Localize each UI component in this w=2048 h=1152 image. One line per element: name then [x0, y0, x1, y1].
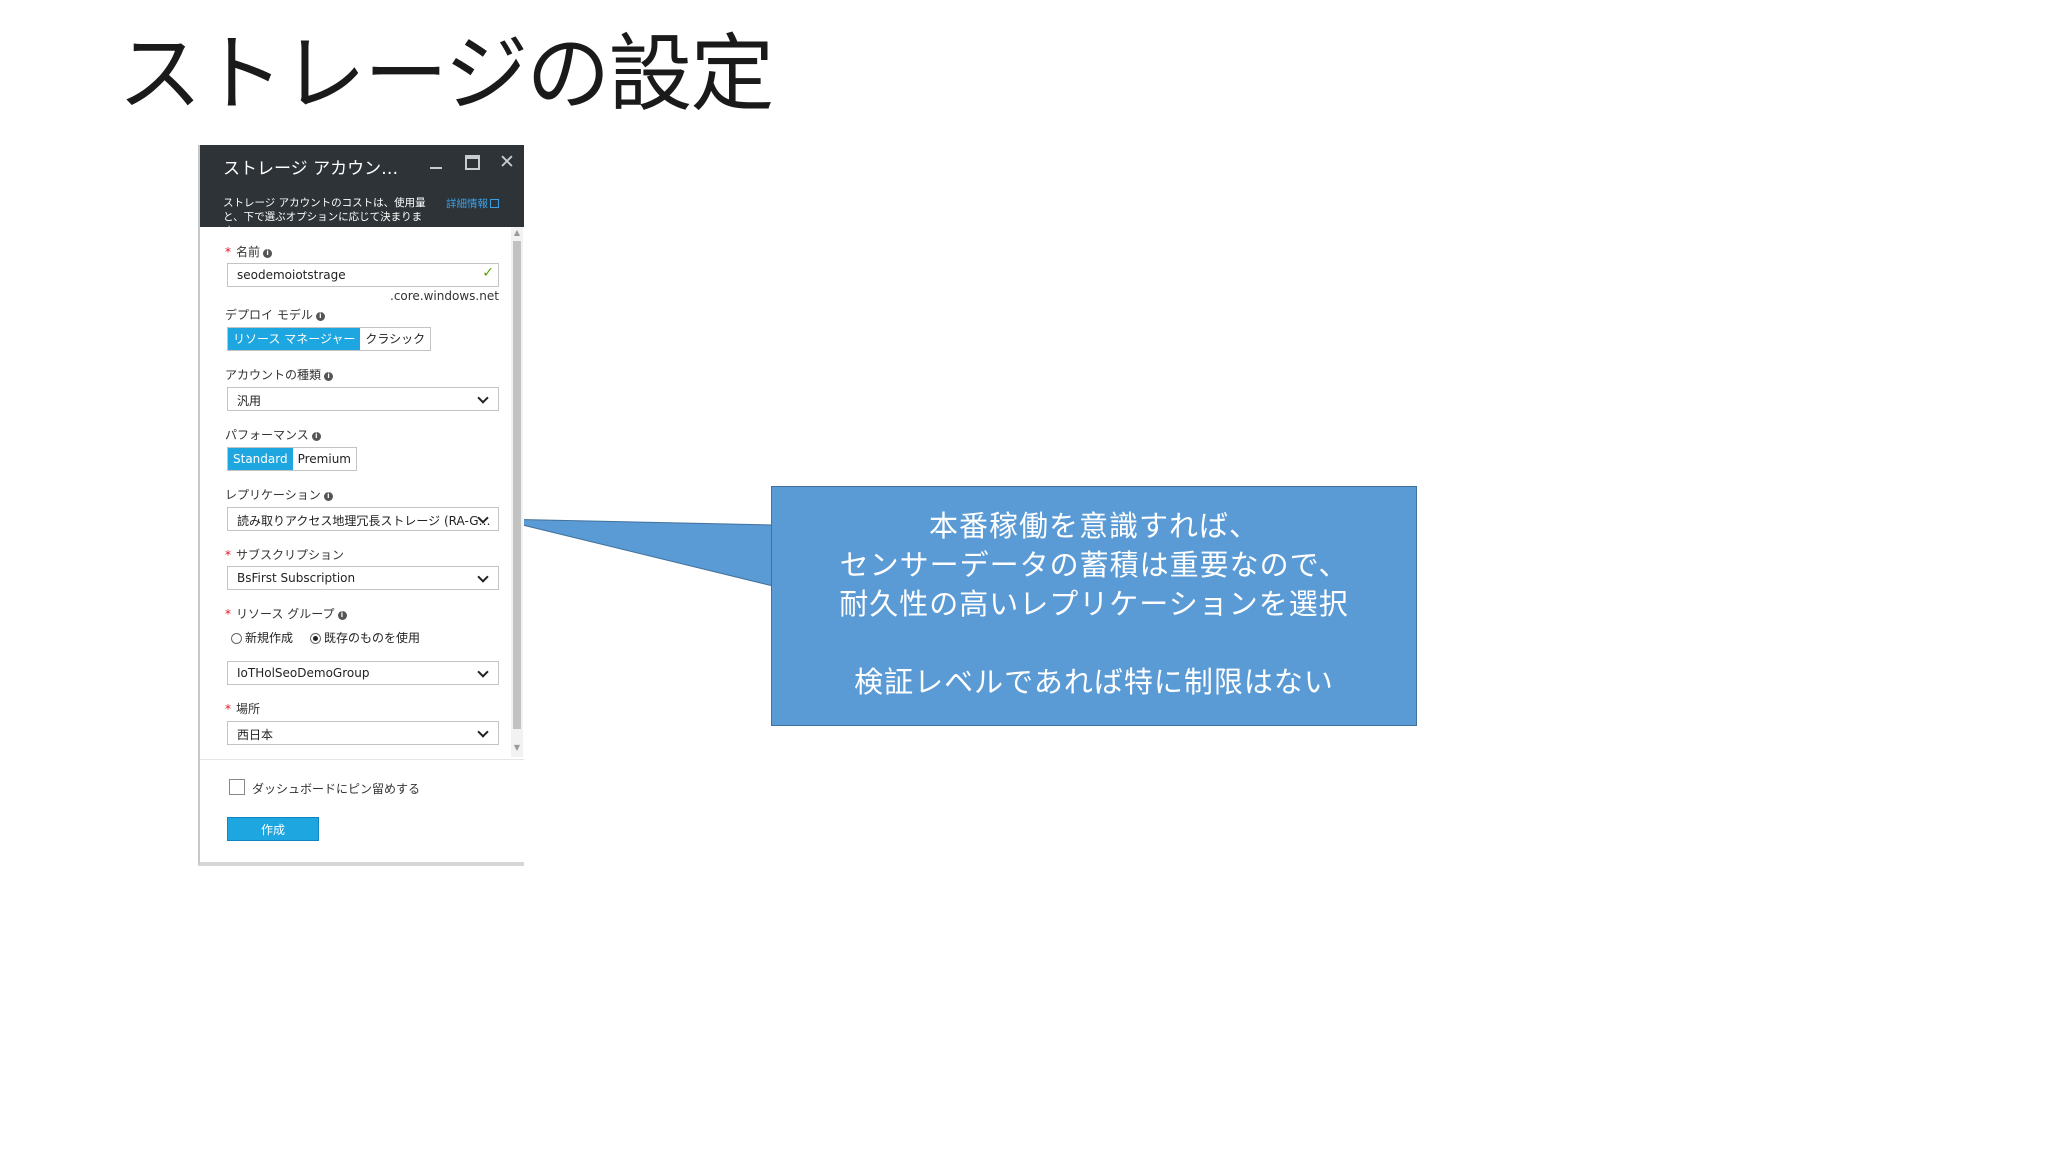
info-icon[interactable]: i [263, 249, 273, 258]
performance-label: パフォーマンス i [225, 426, 321, 443]
scroll-thumb[interactable] [513, 241, 521, 729]
name-suffix: .core.windows.net [390, 289, 499, 303]
blade-header: ストレージ アカウン… ✕ ストレージ アカウントのコストは、使用量と、下で選ぶ… [200, 145, 524, 237]
blade-title: ストレージ アカウン… [223, 159, 399, 179]
external-link-icon [490, 199, 499, 208]
minimize-icon[interactable] [425, 151, 447, 173]
resource-group-label: * リソース グループ i [225, 605, 347, 622]
blade-body: * 名前 i seodemoiotstrage ✓ .core.windows.net… [200, 227, 524, 862]
option-standard[interactable]: Standard [228, 448, 293, 470]
info-icon[interactable]: i [324, 372, 334, 381]
callout-box: 本番稼働を意識すれば、 センサーデータの蓄積は重要なので、 耐久性の高いレプリケ… [771, 486, 1417, 726]
option-classic[interactable]: クラシック [360, 328, 430, 350]
info-icon[interactable]: i [323, 492, 333, 501]
callout-spacer [772, 624, 1416, 663]
footer-divider [200, 759, 524, 760]
radio-button[interactable] [231, 633, 242, 644]
replication-label: レプリケーション i [225, 486, 333, 503]
close-icon[interactable]: ✕ [496, 151, 518, 173]
option-resource-manager[interactable]: リソース マネージャー [228, 328, 361, 350]
resource-group-select[interactable]: IoTHolSeoDemoGroup [227, 661, 499, 685]
deployment-model-label: デプロイ モデル i [225, 306, 325, 323]
checkmark-icon: ✓ [482, 265, 494, 281]
details-link-label: 詳細情報 [446, 198, 488, 210]
subscription-select[interactable]: BsFirst Subscription [227, 566, 499, 590]
radio-new[interactable]: 新規作成 [231, 629, 293, 646]
scroll-up-icon[interactable]: ▲ [512, 228, 522, 238]
slide-title: ストレージの設定 [118, 25, 774, 123]
scroll-down-icon[interactable]: ▼ [512, 743, 522, 753]
info-icon[interactable]: i [315, 312, 325, 321]
radio-existing[interactable]: 既存のものを使用 [310, 629, 420, 646]
chevron-down-icon [477, 726, 489, 738]
chevron-down-icon [477, 571, 489, 583]
chevron-down-icon [477, 666, 489, 678]
maximize-icon[interactable] [461, 151, 483, 173]
create-button[interactable]: 作成 [227, 817, 319, 841]
replication-select[interactable]: 読み取りアクセス地理冗長ストレージ (RA-G… [227, 507, 499, 531]
radio-button-selected[interactable] [310, 633, 322, 644]
callout-line: 本番稼働を意識すれば、 [928, 509, 1259, 543]
required-marker: * [225, 548, 231, 562]
option-premium[interactable]: Premium [293, 448, 356, 470]
name-label: * 名前 i [225, 243, 273, 260]
info-icon[interactable]: i [311, 432, 321, 441]
callout-line: センサーデータの蓄積は重要なので、 [839, 548, 1349, 582]
callout-line: 耐久性の高いレプリケーションを選択 [839, 587, 1349, 621]
performance-toggle: Standard Premium [227, 447, 357, 471]
info-icon[interactable]: i [337, 611, 347, 620]
subscription-label: * サブスクリプション [225, 548, 345, 562]
account-kind-select[interactable]: 汎用 [227, 387, 499, 411]
pin-dashboard-checkbox[interactable] [229, 779, 245, 795]
pin-dashboard-label: ダッシュボードにピン留めする [252, 782, 421, 796]
callout-line: 検証レベルであれば特に制限はない [854, 665, 1334, 699]
location-label: * 場所 [225, 702, 261, 716]
location-select[interactable]: 西日本 [227, 721, 499, 745]
required-marker: * [225, 702, 231, 716]
scrollbar[interactable]: ▲ ▼ [511, 227, 523, 757]
chevron-down-icon [477, 392, 489, 404]
storage-account-blade: ストレージ アカウン… ✕ ストレージ アカウントのコストは、使用量と、下で選ぶ… [198, 145, 524, 866]
details-link[interactable]: 詳細情報 [446, 196, 499, 211]
deployment-model-toggle: リソース マネージャー クラシック [227, 327, 432, 351]
resource-group-radios: 新規作成 既存のものを使用 [231, 629, 420, 646]
required-marker: * [225, 245, 231, 259]
name-input[interactable]: seodemoiotstrage ✓ [227, 263, 499, 287]
account-kind-label: アカウントの種類 i [225, 366, 334, 383]
required-marker: * [225, 607, 231, 621]
